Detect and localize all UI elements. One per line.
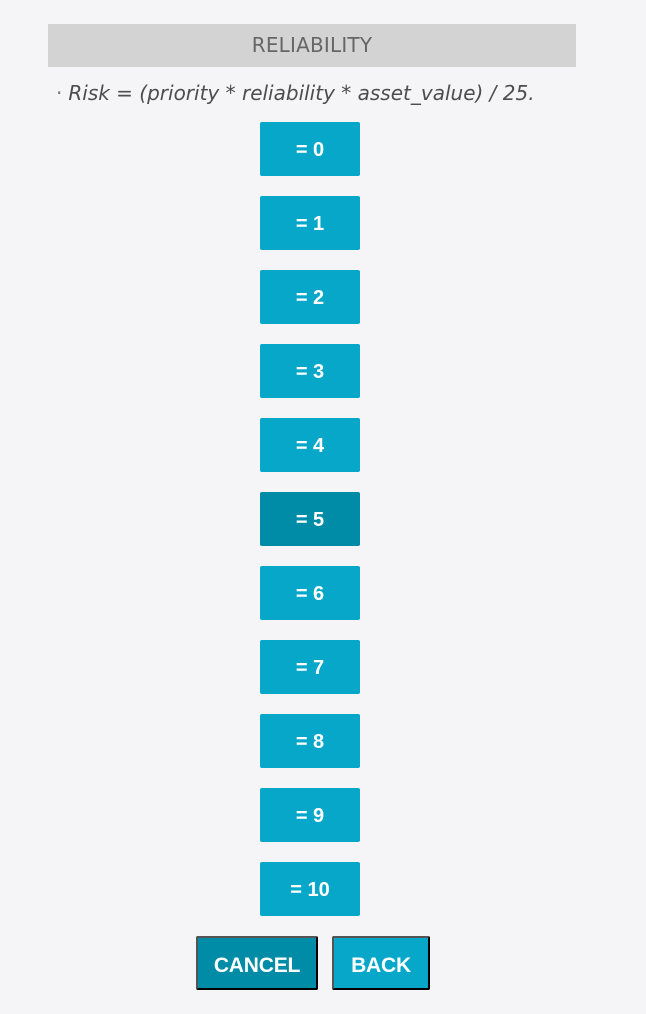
cancel-button[interactable]: CANCEL — [196, 936, 318, 990]
reliability-option-2[interactable]: = 2 — [260, 270, 360, 324]
reliability-option-0[interactable]: = 0 — [260, 122, 360, 176]
reliability-option-4[interactable]: = 4 — [260, 418, 360, 472]
risk-formula: · Risk = (priority * reliability * asset_… — [56, 78, 626, 108]
back-button[interactable]: BACK — [332, 936, 430, 990]
reliability-option-5[interactable]: = 5 — [260, 492, 360, 546]
formula-text: Risk = (priority * reliability * asset_v… — [68, 81, 535, 105]
formula-bullet: · — [56, 81, 63, 105]
reliability-option-7[interactable]: = 7 — [260, 640, 360, 694]
reliability-option-list: = 0 = 1 = 2 = 3 = 4 = 5 = 6 = 7 = 8 = 9 … — [260, 122, 360, 916]
reliability-option-9[interactable]: = 9 — [260, 788, 360, 842]
reliability-option-6[interactable]: = 6 — [260, 566, 360, 620]
reliability-option-8[interactable]: = 8 — [260, 714, 360, 768]
reliability-title: RELIABILITY — [251, 33, 373, 57]
reliability-option-1[interactable]: = 1 — [260, 196, 360, 250]
reliability-option-3[interactable]: = 3 — [260, 344, 360, 398]
reliability-option-10[interactable]: = 10 — [260, 862, 360, 916]
reliability-header: RELIABILITY — [48, 24, 576, 67]
